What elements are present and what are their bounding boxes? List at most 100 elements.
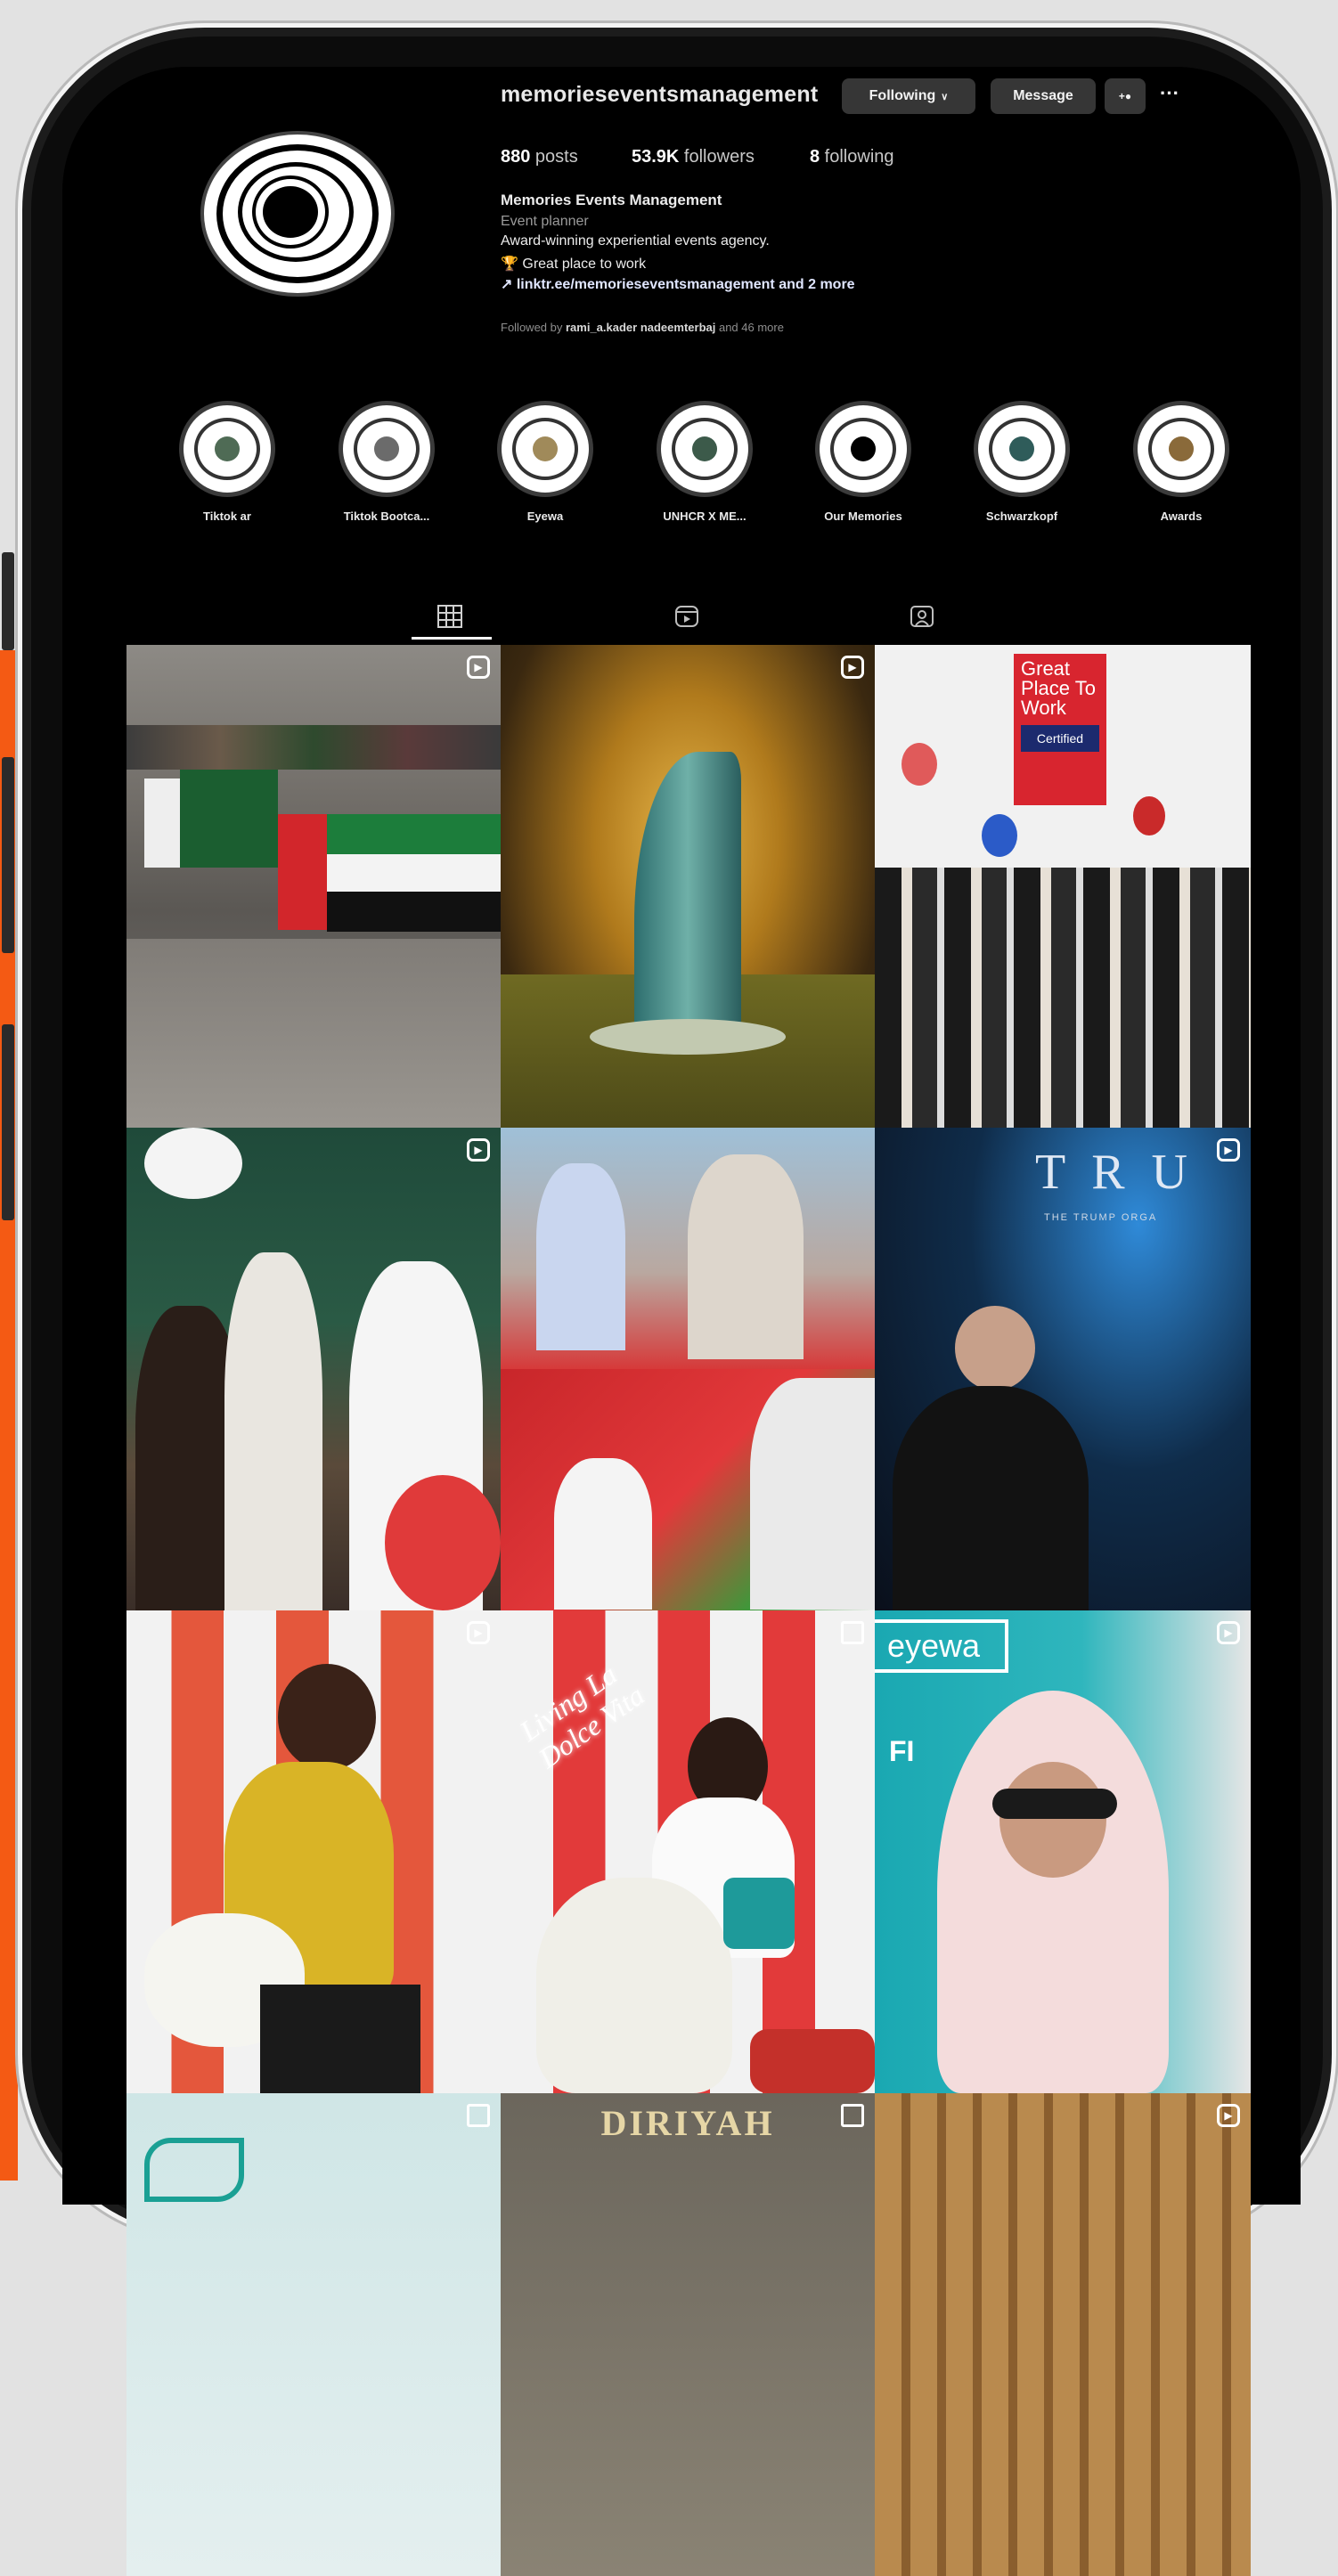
- team-crowd-shape: [875, 868, 1251, 1128]
- highlight-label: Tiktok ar: [203, 509, 251, 523]
- highlight-label: Eyewa: [526, 509, 564, 523]
- highlight-cover: [657, 401, 753, 497]
- posts-count-stat[interactable]: 880 posts: [501, 147, 578, 167]
- post-burj-al-arab[interactable]: ▶: [501, 645, 875, 1128]
- profile-link[interactable]: ↗ linktr.ee/memorieseventsmanagement and…: [501, 275, 855, 293]
- following-button[interactable]: Following ∨: [842, 78, 975, 114]
- highlight-cover: [1133, 401, 1229, 497]
- profile-username: memorieseventsmanagement: [501, 82, 819, 107]
- highlight-logo-ring: [194, 418, 260, 480]
- leaf-logo-shape: [144, 2138, 244, 2202]
- avatar-center-dot: [256, 179, 325, 245]
- reels-icon[interactable]: [673, 604, 700, 629]
- message-button[interactable]: Message: [991, 78, 1096, 114]
- dolce-vita-neon-text: Living La Dolce Vita: [513, 1658, 650, 1774]
- more-options-icon[interactable]: ···: [1160, 82, 1179, 105]
- followed-by-names: rami_a.kader nadeemterbaj: [565, 321, 716, 334]
- post-team-celebration[interactable]: ▶: [126, 1128, 501, 1610]
- tagged-icon[interactable]: [909, 604, 935, 629]
- story-highlight[interactable]: Our Memories: [810, 401, 917, 523]
- gptw-title: Great Place To Work: [1021, 657, 1096, 719]
- speaker-head-shape: [955, 1306, 1035, 1390]
- gptw-certified: Certified: [1021, 725, 1099, 752]
- followed-by-text[interactable]: Followed by rami_a.kader nadeemterbaj an…: [501, 321, 784, 334]
- uae-flag-red: [278, 814, 327, 930]
- post-great-place-to-work[interactable]: Great Place To Work Certified: [875, 645, 1251, 1128]
- trump-subtitle: THE TRUMP ORGA: [1044, 1212, 1158, 1223]
- followed-by-suffix: and 46 more: [715, 321, 784, 334]
- highlight-logo-dot: [1009, 436, 1034, 461]
- phone-volume-up-button: [2, 757, 14, 953]
- balloon-shape: [982, 814, 1017, 857]
- reel-badge-icon: ▶: [1217, 1138, 1240, 1162]
- burj-base-shape: [590, 1019, 786, 1055]
- balloon-shape: [385, 1475, 501, 1610]
- sunglasses-shape: [992, 1789, 1117, 1819]
- highlight-label: UNHCR X ME...: [663, 509, 747, 523]
- followers-count-stat[interactable]: 53.9K followers: [632, 147, 755, 167]
- phone-side-button: [2, 552, 14, 650]
- highlight-logo-ring: [830, 418, 896, 480]
- story-highlight[interactable]: Eyewa: [492, 401, 599, 523]
- post-wooden-ceiling[interactable]: ▶: [875, 2093, 1251, 2576]
- shopping-bottom-image: [501, 1369, 875, 1610]
- profile-display-name: Memories Events Management: [501, 192, 722, 208]
- speaker-suit-shape: [893, 1386, 1089, 1610]
- reel-badge-icon: ▶: [467, 656, 490, 679]
- carousel-badge-icon: [841, 2104, 864, 2127]
- profile-avatar[interactable]: [200, 131, 395, 297]
- profile-work-badge: 🏆 Great place to work: [501, 257, 647, 272]
- highlight-logo-dot: [1169, 436, 1194, 461]
- post-yellow-blazer[interactable]: ▶: [126, 1610, 501, 2093]
- crowd-shape: [126, 725, 501, 770]
- handbag-shape: [723, 1878, 795, 1949]
- story-highlight[interactable]: Awards: [1128, 401, 1235, 523]
- highlight-logo-dot: [851, 436, 876, 461]
- highlight-label: Schwarzkopf: [985, 509, 1058, 523]
- highlight-label: Awards: [1160, 509, 1203, 523]
- post-teal-logo[interactable]: [126, 2093, 501, 2576]
- posts-grid: ▶ ▶ Great Place To Work Certified ▶ T R …: [126, 645, 1251, 2576]
- highlight-logo-ring: [672, 418, 738, 480]
- reel-badge-icon: ▶: [1217, 1621, 1240, 1644]
- post-dolce-vita-scooter[interactable]: Living La Dolce Vita: [501, 1610, 875, 2093]
- trump-title: T R U: [1035, 1145, 1195, 1200]
- profile-description: Award-winning experiential events agency…: [501, 233, 770, 249]
- post-eyewa[interactable]: eyewa FI ▶: [875, 1610, 1251, 2093]
- trousers-shape: [260, 1985, 420, 2093]
- person-shape: [224, 1252, 322, 1610]
- post-shopping-split[interactable]: [501, 1128, 875, 1610]
- balloon-shape: [1133, 796, 1165, 836]
- highlight-logo-dot: [374, 436, 399, 461]
- grid-icon[interactable]: [436, 604, 463, 629]
- highlight-logo-ring: [512, 418, 578, 480]
- profile-category: Event planner: [501, 214, 589, 229]
- floor-shape: [126, 939, 501, 1128]
- reel-badge-icon: ▶: [1217, 2104, 1240, 2127]
- following-count-stat[interactable]: 8 following: [810, 147, 894, 167]
- highlight-label: Tiktok Bootca...: [343, 509, 430, 523]
- posts-label: posts: [530, 147, 578, 167]
- balloon-shape: [902, 743, 937, 786]
- person-shape: [750, 1378, 875, 1610]
- followers-count: 53.9K: [632, 147, 680, 167]
- followed-by-prefix: Followed by: [501, 321, 566, 334]
- flag-white-stripe: [144, 779, 180, 868]
- story-highlight[interactable]: Tiktok Bootca...: [333, 401, 440, 523]
- burj-tower-shape: [634, 752, 741, 1037]
- highlight-logo-dot: [215, 436, 240, 461]
- add-person-button[interactable]: +●: [1105, 78, 1146, 114]
- highlight-cover: [339, 401, 435, 497]
- story-highlight[interactable]: Schwarzkopf: [968, 401, 1075, 523]
- story-highlight[interactable]: UNHCR X ME...: [651, 401, 758, 523]
- shopping-top-image: [501, 1128, 875, 1369]
- story-highlight[interactable]: Tiktok ar: [174, 401, 281, 523]
- following-button-label: Following: [869, 88, 936, 103]
- post-flags[interactable]: ▶: [126, 645, 501, 1128]
- pakistan-flag: [180, 770, 278, 868]
- eyewa-sign-text: FI: [889, 1735, 915, 1767]
- post-trump-speaker[interactable]: T R U THE TRUMP ORGA ▶: [875, 1128, 1251, 1610]
- uae-flag-black: [327, 892, 501, 932]
- uae-flag-white: [327, 854, 501, 892]
- post-diriyah[interactable]: DIRIYAH: [501, 2093, 875, 2576]
